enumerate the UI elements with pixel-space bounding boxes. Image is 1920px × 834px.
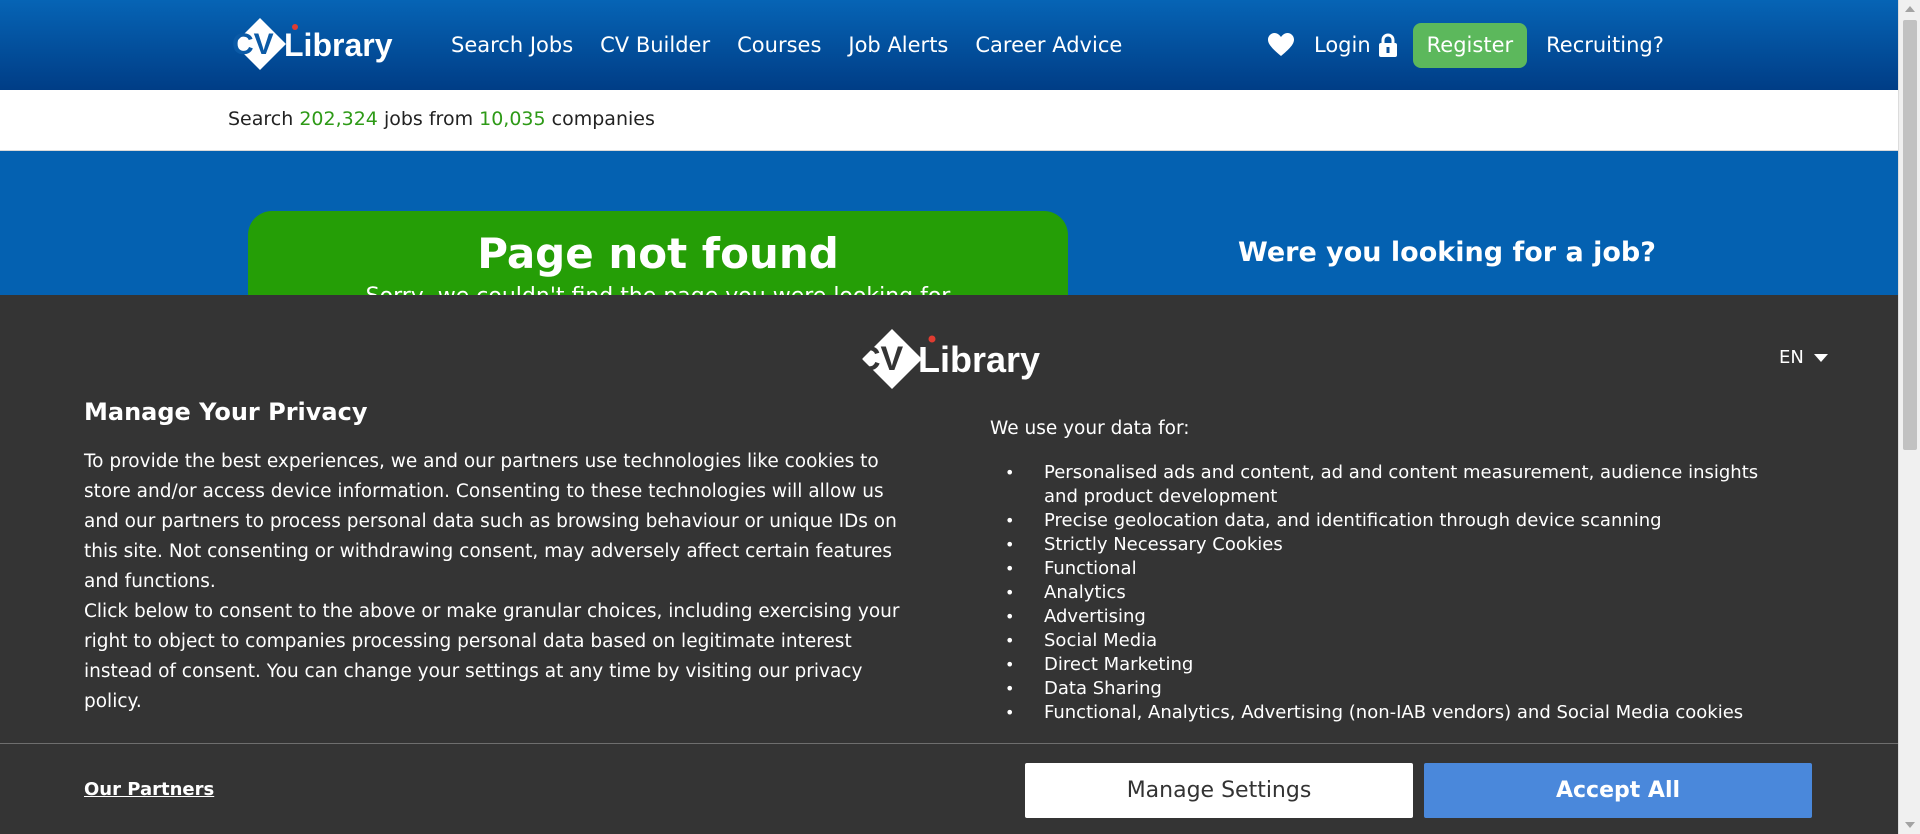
purpose-item: Functional, Analytics, Advertising (non-… bbox=[1000, 701, 1790, 725]
stats-middle: jobs from bbox=[383, 108, 474, 130]
stats-bar: Search 202,324 jobs from 10,035 companie… bbox=[0, 90, 1898, 151]
data-purposes-list: Personalised ads and content, ad and con… bbox=[1000, 461, 1790, 725]
svg-text:Library: Library bbox=[284, 27, 393, 63]
main-nav: Search Jobs CV Builder Courses Job Alert… bbox=[451, 0, 1122, 90]
svg-text:CV: CV bbox=[856, 340, 904, 378]
purpose-item: Direct Marketing bbox=[1000, 653, 1790, 677]
accept-all-button[interactable]: Accept All bbox=[1424, 763, 1812, 818]
privacy-consent-dialog: CV Library EN Manage Your Privacy To pro… bbox=[0, 295, 1898, 834]
manage-settings-button[interactable]: Manage Settings bbox=[1025, 763, 1413, 818]
hero-section: Page not found Sorry, we couldn't find t… bbox=[0, 151, 1898, 341]
purpose-item: Social Media bbox=[1000, 629, 1790, 653]
consent-paragraph-2: Click below to consent to the above or m… bbox=[84, 601, 900, 712]
nav-job-alerts[interactable]: Job Alerts bbox=[848, 33, 948, 57]
our-partners-link[interactable]: Our Partners bbox=[84, 779, 214, 800]
nav-career-advice[interactable]: Career Advice bbox=[975, 33, 1122, 57]
job-stats: Search 202,324 jobs from 10,035 companie… bbox=[228, 108, 655, 130]
recruiting-link[interactable]: Recruiting? bbox=[1546, 33, 1664, 57]
nav-search-jobs[interactable]: Search Jobs bbox=[451, 33, 573, 57]
purpose-item: Strictly Necessary Cookies bbox=[1000, 533, 1790, 557]
language-value: EN bbox=[1779, 347, 1804, 368]
purpose-item: Data Sharing bbox=[1000, 677, 1790, 701]
stats-suffix: companies bbox=[551, 108, 655, 130]
companies-count: 10,035 bbox=[479, 108, 546, 130]
nav-courses[interactable]: Courses bbox=[737, 33, 821, 57]
logo-mark: CV Library bbox=[232, 18, 393, 70]
page-scrollbar[interactable] bbox=[1898, 0, 1920, 834]
consent-description: To provide the best experiences, we and … bbox=[84, 447, 914, 717]
purpose-item: Personalised ads and content, ad and con… bbox=[1000, 461, 1790, 509]
site-header: CV Library Search Jobs CV Builder Course… bbox=[0, 0, 1898, 90]
svg-text:CV: CV bbox=[232, 28, 274, 61]
lock-icon bbox=[1378, 33, 1397, 57]
scroll-up-icon[interactable] bbox=[1905, 6, 1915, 12]
purpose-item: Functional bbox=[1000, 557, 1790, 581]
data-use-heading: We use your data for: bbox=[990, 418, 1190, 439]
scroll-down-icon[interactable] bbox=[1905, 822, 1915, 828]
svg-text:Library: Library bbox=[918, 339, 1040, 380]
language-selector[interactable]: EN bbox=[1779, 347, 1828, 368]
account-nav: Login Register Recruiting? bbox=[1266, 0, 1664, 90]
heart-icon[interactable] bbox=[1266, 30, 1296, 60]
scrollbar-thumb[interactable] bbox=[1903, 20, 1917, 450]
cv-library-logo[interactable]: CV Library bbox=[226, 10, 394, 76]
consent-logo: CV Library bbox=[852, 319, 1046, 399]
purpose-item: Advertising bbox=[1000, 605, 1790, 629]
purpose-item: Analytics bbox=[1000, 581, 1790, 605]
register-button[interactable]: Register bbox=[1412, 22, 1528, 68]
stats-prefix: Search bbox=[228, 108, 294, 130]
jobs-count: 202,324 bbox=[299, 108, 378, 130]
consent-title: Manage Your Privacy bbox=[84, 398, 368, 426]
nav-cv-builder[interactable]: CV Builder bbox=[600, 33, 710, 57]
caret-down-icon bbox=[1813, 353, 1828, 362]
consent-divider bbox=[0, 743, 1898, 744]
job-search-prompt: Were you looking for a job? bbox=[1238, 237, 1656, 268]
page-title: Page not found bbox=[477, 229, 839, 278]
login-link[interactable]: Login bbox=[1314, 33, 1397, 57]
consent-paragraph-1: To provide the best experiences, we and … bbox=[84, 451, 897, 592]
login-label: Login bbox=[1314, 33, 1371, 57]
purpose-item: Precise geolocation data, and identifica… bbox=[1000, 509, 1790, 533]
